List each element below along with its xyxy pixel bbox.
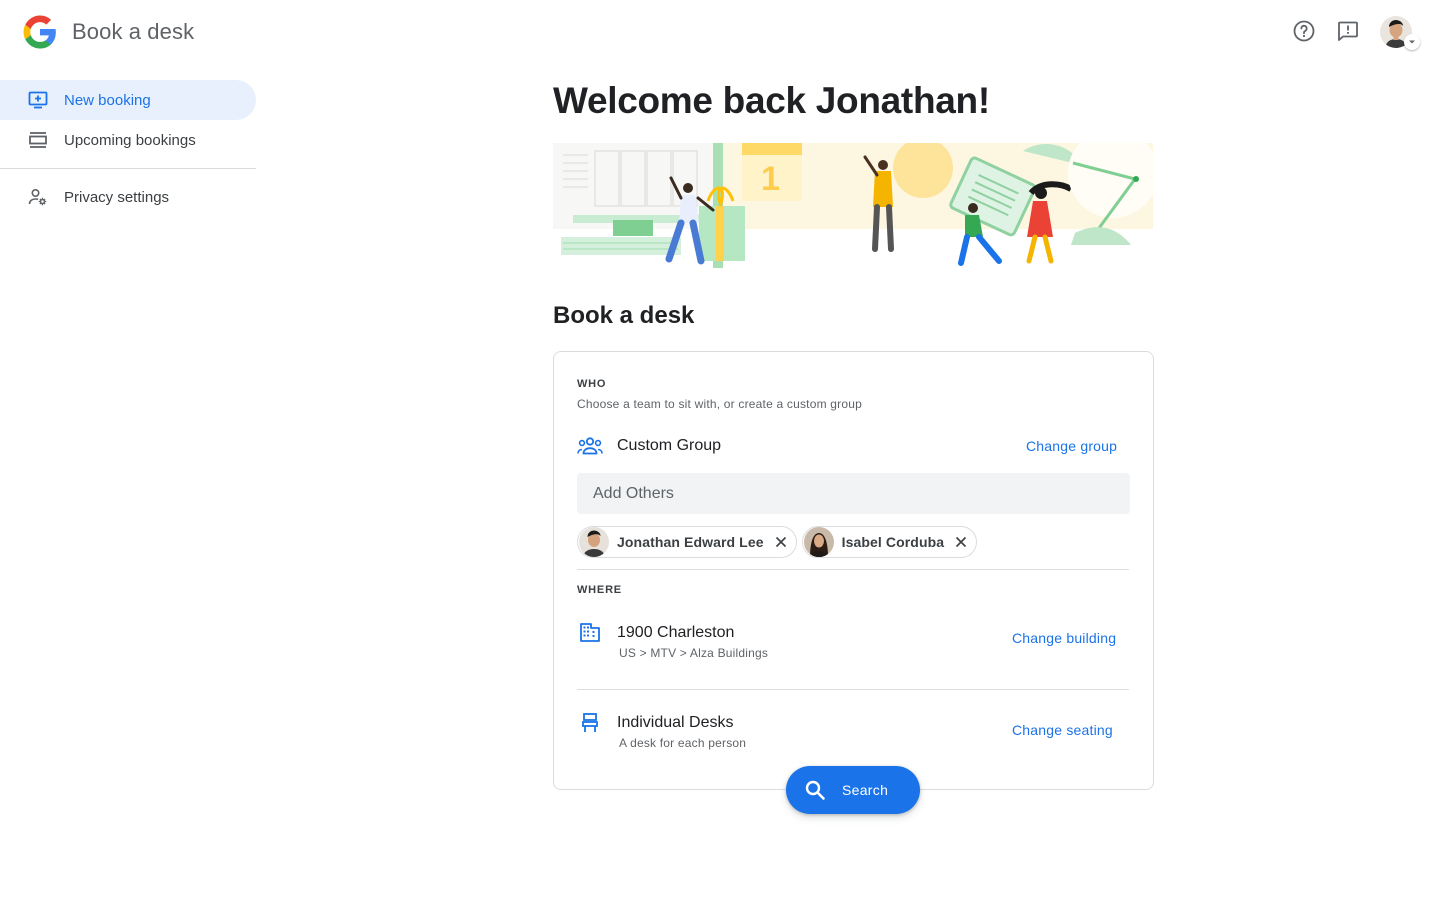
sidebar-item-privacy-settings[interactable]: Privacy settings xyxy=(0,177,256,217)
group-icon xyxy=(577,433,603,459)
welcome-heading: Welcome back Jonathan! xyxy=(553,80,990,121)
avatar xyxy=(803,527,834,557)
building-icon xyxy=(577,619,603,645)
member-chip-label: Isabel Corduba xyxy=(841,534,945,550)
search-button[interactable]: Search xyxy=(786,766,920,814)
section-divider xyxy=(577,569,1129,570)
account-avatar-button[interactable] xyxy=(1380,16,1422,50)
list-icon xyxy=(28,130,48,150)
seating-description: A desk for each person xyxy=(619,736,747,750)
svg-text:1: 1 xyxy=(761,160,780,198)
help-icon[interactable] xyxy=(1291,18,1317,44)
sidebar-item-label: Upcoming bookings xyxy=(64,131,196,149)
change-building-button[interactable]: Change building xyxy=(1012,630,1116,646)
close-icon[interactable] xyxy=(772,533,790,551)
add-others-input[interactable] xyxy=(577,473,1130,514)
member-chips: Jonathan Edward Lee Isabel Corduba xyxy=(577,526,978,558)
app-header: Book a desk xyxy=(0,0,1440,64)
sidebar-item-label: New booking xyxy=(64,91,151,109)
app-title: Book a desk xyxy=(72,19,195,44)
who-overline: WHO xyxy=(577,378,607,390)
sidebar-item-label: Privacy settings xyxy=(64,188,170,206)
welcome-illustration: 1 xyxy=(553,143,1153,268)
close-icon[interactable] xyxy=(952,533,970,551)
chevron-down-icon xyxy=(1404,34,1420,50)
avatar xyxy=(579,527,609,557)
desk-icon xyxy=(577,710,603,736)
search-icon xyxy=(805,780,825,800)
building-path: US > MTV > Alza Buildings xyxy=(619,646,769,660)
search-button-label: Search xyxy=(842,782,889,798)
person-settings-icon xyxy=(28,187,48,207)
who-helper-text: Choose a team to sit with, or create a c… xyxy=(577,397,862,411)
add-to-screen-icon xyxy=(28,90,48,110)
building-name: 1900 Charleston xyxy=(617,624,735,641)
sidebar-divider xyxy=(0,168,256,169)
member-chip-label: Jonathan Edward Lee xyxy=(617,534,764,550)
feedback-icon[interactable] xyxy=(1335,18,1361,44)
sidebar: New booking Upcoming bookings Privacy se… xyxy=(0,80,256,217)
sidebar-item-upcoming-bookings[interactable]: Upcoming bookings xyxy=(0,120,256,160)
booking-card: WHO Choose a team to sit with, or create… xyxy=(553,351,1154,790)
member-chip[interactable]: Isabel Corduba xyxy=(801,526,978,558)
google-logo[interactable] xyxy=(22,14,58,50)
group-name: Custom Group xyxy=(617,437,722,454)
sidebar-item-new-booking[interactable]: New booking xyxy=(0,80,256,120)
section-divider xyxy=(577,689,1129,690)
where-overline: WHERE xyxy=(577,584,622,596)
change-group-button[interactable]: Change group xyxy=(1026,438,1117,454)
change-seating-button[interactable]: Change seating xyxy=(1012,722,1113,738)
member-chip[interactable]: Jonathan Edward Lee xyxy=(577,526,797,558)
seating-type: Individual Desks xyxy=(617,714,734,731)
section-title: Book a desk xyxy=(553,302,695,329)
